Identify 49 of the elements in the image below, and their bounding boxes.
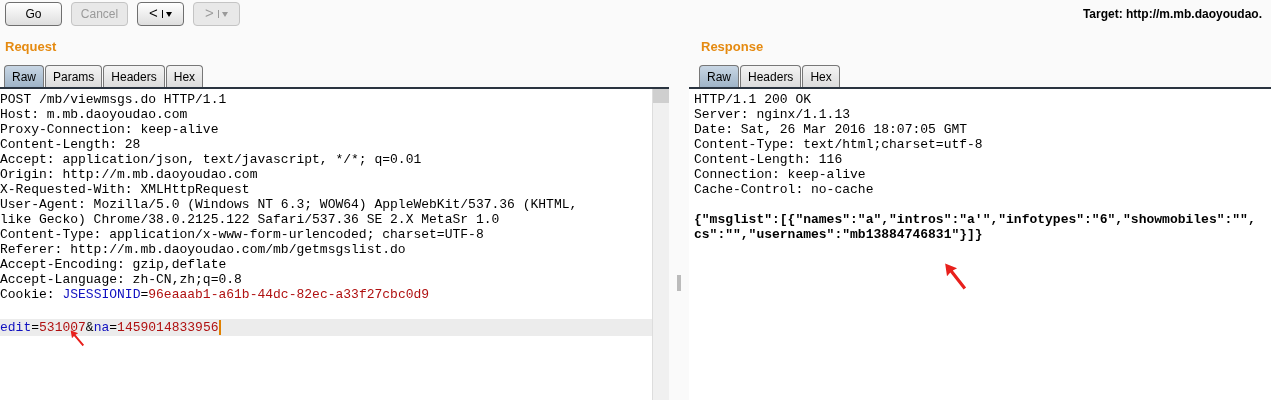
nav-button[interactable]: < [137, 1, 184, 26]
request-text: Accept-Language: zh-CN,zh;q=0.8 [0, 272, 242, 287]
request-text: X-Requested-With: XMLHttpRequest [0, 182, 250, 197]
response-text: Connection: keep-alive [694, 167, 866, 182]
request-text: User-Agent: Mozilla/5.0 (Windows NT 6.3; WOW64) AppleWebKit/537.36 (KHTML, [0, 197, 578, 212]
request-text: na [93, 320, 110, 335]
request-text: Content-Type: application/x-www-form-urlencoded; charset=UTF-8 [0, 227, 484, 242]
response-text: Date: Sat, 26 Mar 2016 18:07:05 GMT [694, 122, 968, 137]
tab[interactable]: Raw [4, 65, 44, 87]
request-text: = [109, 320, 118, 335]
request-text: Proxy-Connection: keep-alive [0, 122, 219, 137]
request-text: Origin: http://m.mb.daoyoudao.com [0, 167, 258, 182]
target-label: Target: http://m.mb.daoyoudao. [1082, 5, 1262, 23]
response-text: HTTP/1.1 200 OK [694, 92, 812, 107]
response-text: Cache-Control: no-cache [694, 182, 874, 197]
tab[interactable]: Headers [103, 65, 165, 87]
request-text: Referer: http://m.mb.daoyoudao.com/mb/getmsgslist.do [0, 242, 406, 257]
request-text: = [31, 320, 40, 335]
response-text: Server: nginx/1.1.13 [694, 107, 851, 122]
request-text: edit [0, 320, 32, 335]
request-text: 1459014833956 [117, 320, 219, 335]
request-text: 531007 [39, 320, 86, 335]
tab[interactable]: Hex [165, 65, 204, 87]
request-text: 96eaaab1-a61b-44dc-82ec-a33f27cbc0d9 [148, 287, 430, 302]
tab[interactable]: Headers [740, 65, 802, 87]
request-text: Accept: application/json, text/javascript, */*; q=0.01 [0, 152, 422, 167]
toolbar-button[interactable]: Go [5, 1, 62, 26]
request-text: POST /mb/viewmsgs.do HTTP/1.1 [0, 92, 227, 107]
request-text: like Gecko) Chrome/38.0.2125.122 Safari/537.36 SE 2.X MetaSr 1.0 [0, 212, 500, 227]
response-text: {"msglist":[{"names":"a","intros":"a'","infotypes":"6","showmobiles":"", [694, 212, 1256, 227]
request-text: = [140, 287, 149, 302]
response-text: cs":"","usernames":"mb13884746831"}]} [694, 227, 983, 242]
tab[interactable]: Params [45, 65, 103, 87]
tab[interactable]: Raw [699, 65, 739, 87]
tab[interactable]: Hex [802, 65, 840, 87]
request-text: Accept-Encoding: gzip,deflate [0, 257, 227, 272]
panel-title: Response [700, 38, 765, 56]
request-text: Host: m.mb.daoyoudao.com [0, 107, 188, 122]
caret-icon [161, 8, 172, 19]
scrollbar[interactable] [652, 89, 669, 400]
request-text: Content-Length: 28 [0, 137, 141, 152]
panel-title: Request [4, 38, 58, 56]
response-text: Content-Type: text/html;charset=utf-8 [694, 137, 983, 152]
caret-icon [217, 8, 228, 19]
request-text: & [85, 320, 94, 335]
request-text: JSESSIONID [62, 287, 141, 302]
request-text: Cookie: [0, 287, 56, 302]
response-text: Content-Length: 116 [694, 152, 843, 167]
splitter-handle[interactable] [677, 275, 681, 291]
